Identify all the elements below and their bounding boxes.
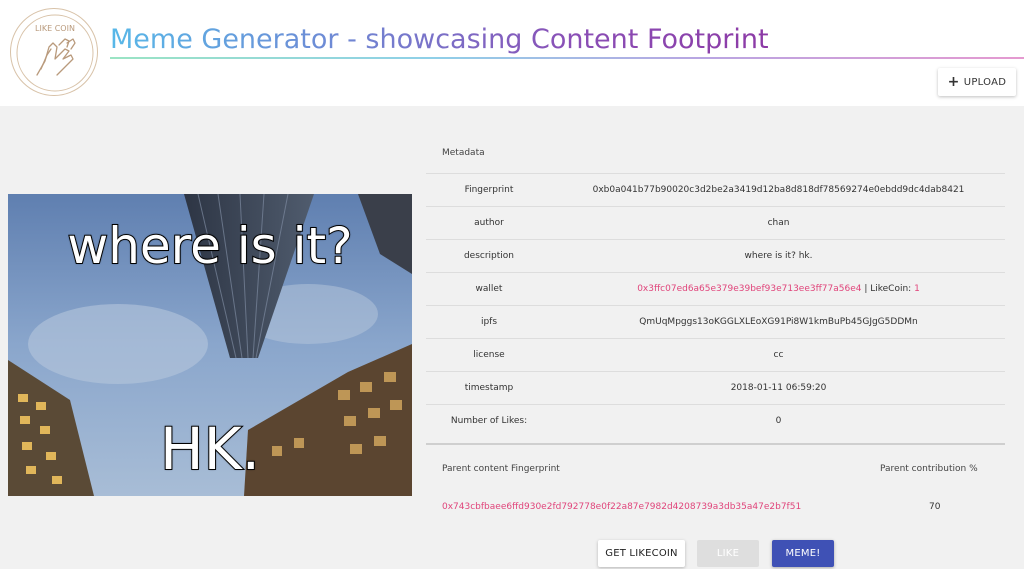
metadata-key: Fingerprint bbox=[464, 185, 514, 195]
title-underline bbox=[110, 57, 1024, 59]
metadata-row-ipfs: ipfs QmUqMpggs13oKGGLXLEoXG91Pi8W1kmBuPb… bbox=[426, 305, 1005, 338]
metadata-row-fingerprint: Fingerprint 0xb0a041b77b90020c3d2be2a341… bbox=[426, 173, 1005, 206]
metadata-row-description: description where is it? hk. bbox=[426, 239, 1005, 272]
parent-fingerprint-header: Parent content Fingerprint bbox=[442, 464, 560, 474]
meme-top-caption: where is it? bbox=[66, 216, 353, 276]
plus-icon: + bbox=[947, 74, 960, 90]
upload-button[interactable]: + UPLOAD bbox=[938, 68, 1016, 96]
metadata-key: wallet bbox=[475, 284, 503, 294]
metadata-value: cc bbox=[773, 350, 784, 360]
meme-image: where is it? HK. bbox=[8, 194, 412, 496]
metadata-value: chan bbox=[767, 218, 790, 228]
metadata-key: timestamp bbox=[464, 383, 514, 393]
parent-contribution-value: 70 bbox=[929, 502, 941, 512]
metadata-value: 2018-01-11 06:59:20 bbox=[730, 383, 827, 393]
metadata-key: author bbox=[474, 218, 504, 228]
metadata-row-author: author chan bbox=[426, 206, 1005, 239]
parent-contribution-header: Parent contribution % bbox=[880, 464, 978, 474]
metadata-row-likes: Number of Likes: 0 bbox=[426, 404, 1005, 437]
metadata-row-wallet: wallet 0x3ffc07ed6a65e379e39bef93e713ee3… bbox=[426, 272, 1005, 305]
logo-lettering: LIKE COIN bbox=[35, 24, 75, 33]
page-title: Meme Generator - showcasing Content Foot… bbox=[110, 22, 769, 58]
metadata-value: 0 bbox=[775, 416, 782, 426]
metadata-value: 0xb0a041b77b90020c3d2be2a3419d12ba8d818d… bbox=[592, 185, 965, 195]
like-button[interactable]: LIKE bbox=[697, 540, 759, 567]
meme-button[interactable]: MEME! bbox=[772, 540, 834, 567]
metadata-divider bbox=[426, 443, 1005, 445]
metadata-key: description bbox=[463, 251, 515, 261]
metadata-row-timestamp: timestamp 2018-01-11 06:59:20 bbox=[426, 371, 1005, 404]
app-header: LIKE COIN Meme Generator - showcasing Co… bbox=[0, 0, 1024, 106]
metadata-value: QmUqMpggs13oKGGLXLEoXG91Pi8W1kmBuPb45GJg… bbox=[639, 317, 918, 327]
get-likecoin-button[interactable]: GET LIKECOIN bbox=[598, 540, 685, 567]
metadata-row-license: license cc bbox=[426, 338, 1005, 371]
parent-fingerprint-link[interactable]: 0x743cbfbaee6ffd930e2fd792778e0f22a87e79… bbox=[442, 502, 801, 512]
wallet-address-link[interactable]: 0x3ffc07ed6a65e379e39bef93e713ee3ff77a56… bbox=[637, 284, 861, 294]
metadata-key: Number of Likes: bbox=[450, 416, 528, 426]
metadata-key: ipfs bbox=[480, 317, 498, 327]
metadata-value: 0x3ffc07ed6a65e379e39bef93e713ee3ff77a56… bbox=[552, 273, 1005, 305]
meme-bottom-caption: HK. bbox=[159, 415, 261, 483]
metadata-value: where is it? hk. bbox=[744, 251, 813, 261]
upload-button-label: UPLOAD bbox=[963, 76, 1007, 88]
metadata-label: Metadata bbox=[442, 148, 485, 158]
likecoin-separator: | LikeCoin: bbox=[861, 284, 915, 294]
likecoin-logo: LIKE COIN bbox=[10, 8, 98, 96]
metadata-key: license bbox=[473, 350, 505, 360]
likecoin-balance: 1 bbox=[914, 284, 920, 294]
